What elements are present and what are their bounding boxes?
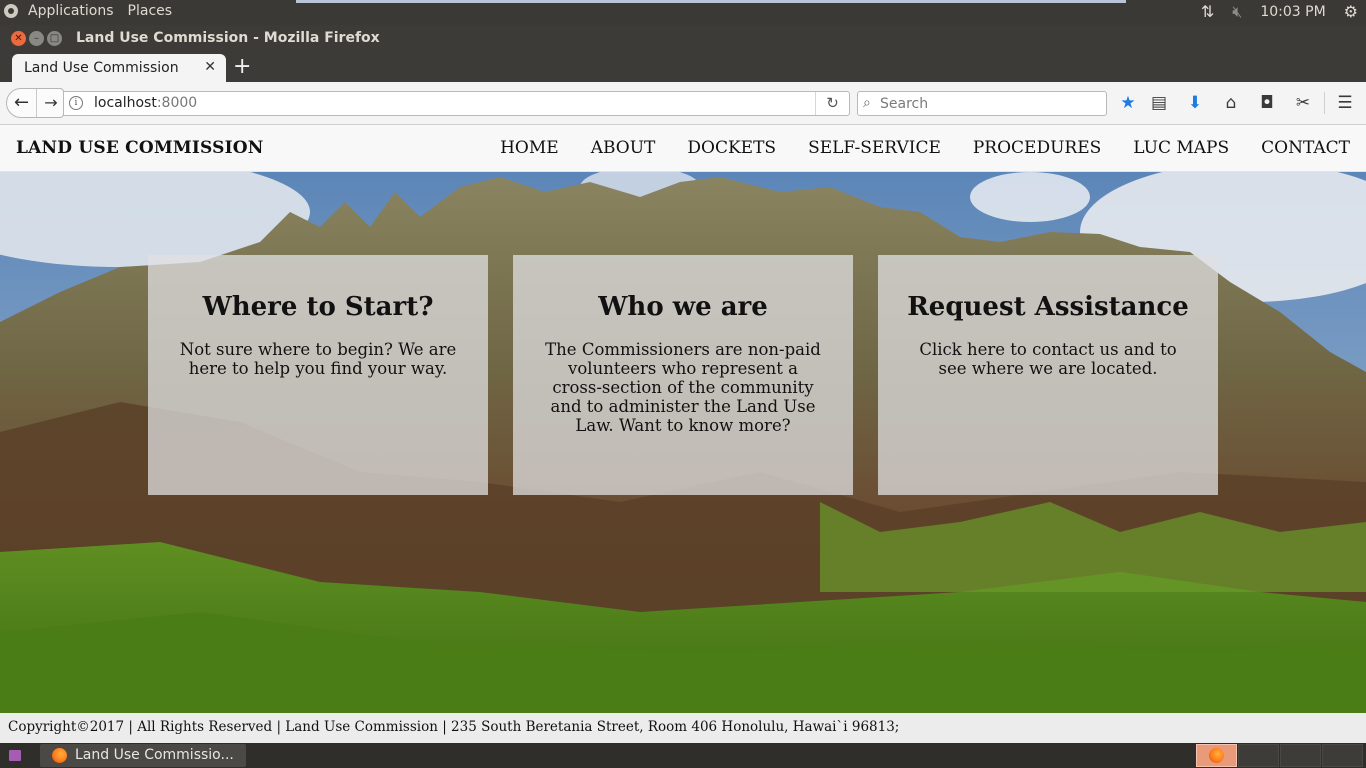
back-button[interactable]: ← [7,89,37,117]
settings-gear-icon[interactable]: ⚙ [1344,3,1358,21]
card-where-to-start[interactable]: Where to Start? Not sure where to begin?… [148,255,488,495]
downloads-icon[interactable]: ⬇ [1183,92,1207,114]
tab-strip: Land Use Commission ✕ + [0,53,1366,82]
tab-land-use-commission[interactable]: Land Use Commission ✕ [12,54,226,82]
card-who-we-are[interactable]: Who we are The Commissioners are non-pai… [513,255,853,495]
window-close-button[interactable]: ✕ [11,31,26,46]
navigation-toolbar: ← → i localhost:8000 ↻ ⌕ ★ ▤ ⬇ ⌂ ◘ ✂ ☰ [0,82,1366,125]
hamburger-menu-icon[interactable]: ☰ [1333,92,1357,114]
places-menu[interactable]: Places [124,3,177,19]
card-text: Not sure where to begin? We are here to … [179,340,457,378]
applications-menu[interactable]: Applications [24,3,118,19]
card-text: Click here to contact us and to see wher… [919,340,1177,378]
volume-muted-icon[interactable]: 🔇︎ [1232,3,1242,21]
nav-about[interactable]: ABOUT [591,138,656,158]
workspace-2[interactable] [1238,744,1279,767]
window-maximize-button[interactable]: □ [47,31,62,46]
nav-luc-maps[interactable]: LUC MAPS [1133,138,1229,158]
screenshot-icon[interactable]: ✂ [1291,92,1315,114]
back-forward-group: ← → [6,88,64,118]
card-title: Who we are [598,292,768,322]
new-tab-button[interactable]: + [233,55,251,79]
reload-icon[interactable]: ↻ [815,92,849,115]
url-text[interactable]: localhost:8000 [94,95,197,111]
firefox-icon [52,748,67,763]
taskbar-window-label: Land Use Commissio... [75,747,234,763]
clock[interactable]: 10:03 PM [1260,4,1325,20]
workspace-3[interactable] [1280,744,1321,767]
site-nav: HOME ABOUT DOCKETS SELF-SERVICE PROCEDUR… [500,138,1350,158]
url-bar[interactable]: i localhost:8000 ↻ [63,91,850,116]
firefox-icon [1209,748,1224,763]
tab-label: Land Use Commission [24,60,179,76]
web-page: LAND USE COMMISSION HOME ABOUT DOCKETS S… [0,125,1366,743]
applications-menu-icon [4,4,18,18]
pocket-icon[interactable]: ◘ [1255,92,1279,114]
window-title: Land Use Commission - Mozilla Firefox [76,30,380,46]
hero-mountain-background: Where to Start? Not sure where to begin?… [0,172,1366,713]
site-brand[interactable]: LAND USE COMMISSION [16,138,264,158]
workspace-1[interactable] [1196,744,1237,767]
site-info-icon[interactable]: i [69,96,83,110]
nav-dockets[interactable]: DOCKETS [687,138,776,158]
card-title: Where to Start? [202,292,434,322]
bookmark-star-icon[interactable]: ★ [1116,92,1140,114]
window-title-bar: ✕ – □ Land Use Commission - Mozilla Fire… [0,25,1366,53]
panel-accent-line [296,0,1126,3]
tab-close-icon[interactable]: ✕ [204,59,216,75]
toolbar-separator [1324,92,1325,114]
home-icon[interactable]: ⌂ [1219,92,1243,114]
search-icon: ⌕ [863,95,871,111]
nav-procedures[interactable]: PROCEDURES [973,138,1101,158]
url-port: :8000 [156,95,198,111]
network-icon[interactable]: ⇅ [1201,3,1214,21]
bookmarks-menu-icon[interactable]: ▤ [1147,92,1171,114]
system-taskbar: Land Use Commissio... [0,743,1366,768]
taskbar-firefox-window[interactable]: Land Use Commissio... [40,744,246,767]
nav-contact[interactable]: CONTACT [1261,138,1350,158]
search-input[interactable] [880,94,1100,113]
card-text: The Commissioners are non-paid volunteer… [545,340,821,435]
system-top-panel: Applications Places ⇅ 🔇︎ 10:03 PM ⚙ [0,0,1366,25]
workspace-4[interactable] [1322,744,1363,767]
nav-home[interactable]: HOME [500,138,559,158]
card-request-assistance[interactable]: Request Assistance Click here to contact… [878,255,1218,495]
card-title: Request Assistance [907,292,1189,322]
nav-self-service[interactable]: SELF-SERVICE [808,138,941,158]
search-box[interactable]: ⌕ [857,91,1107,116]
forward-button[interactable]: → [39,89,63,117]
window-minimize-button[interactable]: – [29,31,44,46]
site-footer: Copyright©2017 | All Rights Reserved | L… [0,713,1366,743]
site-header: LAND USE COMMISSION HOME ABOUT DOCKETS S… [0,125,1366,172]
url-host: localhost [94,95,157,111]
show-desktop-icon[interactable] [9,750,21,761]
